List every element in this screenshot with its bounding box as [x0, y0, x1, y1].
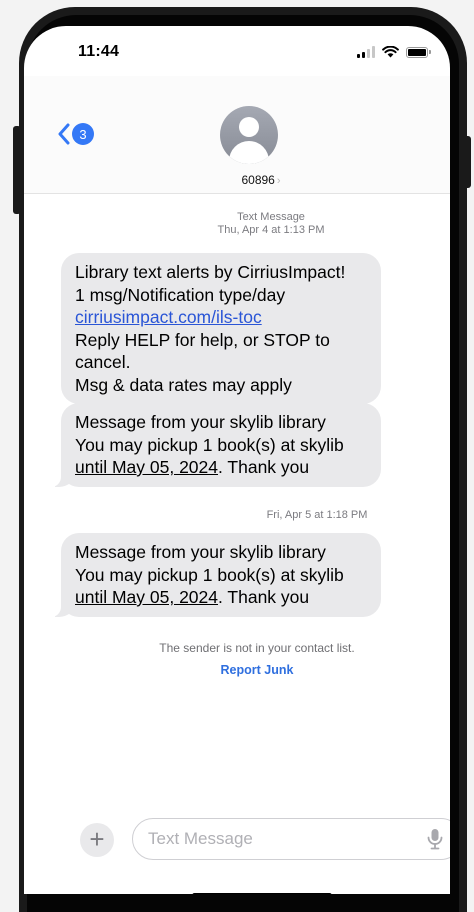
battery-icon: [406, 46, 431, 58]
message-line: Library text alerts by CirriusImpact!: [75, 262, 346, 282]
message-line: You may pickup 1 book(s) at skylib: [75, 564, 344, 585]
message-line: Message from your skylib library: [75, 412, 326, 432]
message-line: 1 msg/Notification type/day: [75, 284, 286, 305]
conversation-header: 3 60896 ›: [24, 76, 450, 194]
message-bubble[interactable]: Message from your skylib library You may…: [51, 403, 381, 487]
back-button[interactable]: 3: [58, 123, 94, 145]
contact-name-label: 60896: [241, 173, 275, 187]
terms-link[interactable]: cirriusimpact.com/ils-toc: [75, 307, 262, 327]
report-junk-button[interactable]: Report Junk: [24, 663, 450, 677]
status-icons: [357, 46, 431, 58]
wifi-icon: [382, 46, 399, 58]
microphone-icon[interactable]: [426, 828, 444, 850]
contact-name[interactable]: 60896 ›: [24, 173, 450, 187]
date-link[interactable]: until May 05, 2024: [75, 457, 218, 477]
message-type-label: Text Message: [237, 211, 305, 223]
timestamp-date: Fri, Apr 5 at 1:18 PM: [266, 509, 368, 521]
message-suffix: . Thank you: [218, 587, 310, 607]
message-bubble[interactable]: Message from your skylib library You may…: [51, 533, 381, 617]
message-suffix: . Thank you: [218, 457, 310, 477]
contact-avatar-icon[interactable]: [220, 106, 278, 164]
message-line: cancel.: [75, 352, 131, 372]
timestamp-date: Thu, Apr 4 at 1:13 PM: [217, 224, 325, 236]
timestamp-header: Text Message Thu, Apr 4 at 1:13 PM: [24, 211, 450, 237]
phone-screen: 11:44 3 60896 › Text Message Thu, Apr 4 a…: [24, 26, 450, 894]
message-bubble[interactable]: Library text alerts by CirriusImpact! 1 …: [61, 253, 381, 404]
message-line: You may pickup 1 book(s) at skylib: [75, 434, 344, 455]
plus-icon[interactable]: +: [80, 823, 114, 857]
status-time: 11:44: [78, 43, 120, 60]
message-line: Reply HELP for help, or STOP to: [75, 329, 330, 350]
message-input[interactable]: [132, 818, 450, 860]
cellular-signal-icon: [357, 46, 375, 58]
message-line: Msg & data rates may apply: [75, 374, 292, 395]
message-line: Message from your skylib library: [75, 542, 326, 562]
back-chevron-icon: [58, 123, 70, 145]
chevron-right-icon: ›: [276, 175, 281, 187]
home-indicator[interactable]: [192, 893, 332, 894]
date-link[interactable]: until May 05, 2024: [75, 587, 218, 607]
unread-count-badge: 3: [72, 123, 94, 145]
unknown-sender-notice: The sender is not in your contact list.: [159, 641, 355, 655]
